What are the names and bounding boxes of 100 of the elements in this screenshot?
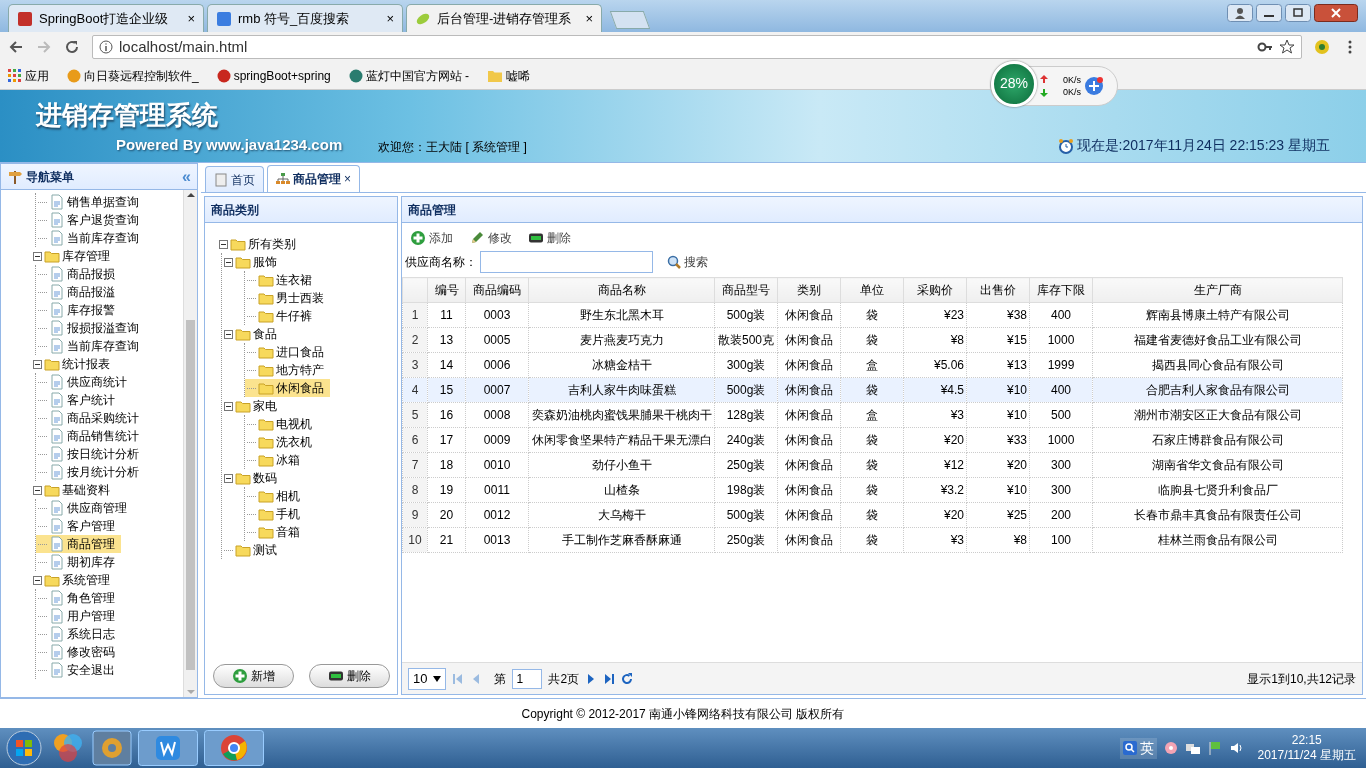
w-app-icon[interactable] (138, 730, 198, 766)
collapse-toggle-icon[interactable] (33, 251, 42, 261)
tree-item[interactable]: 库存报警 (36, 301, 121, 319)
tree-item[interactable]: 牛仔裤 (245, 307, 318, 325)
delete-button[interactable]: 删除 (523, 226, 576, 250)
tree-item[interactable]: 修改密码 (36, 643, 121, 661)
supplier-name-field[interactable] (480, 251, 653, 273)
tree-item[interactable]: 男士西装 (245, 289, 330, 307)
bookmark-link[interactable]: 蓝灯中国官方网站 - (348, 66, 470, 85)
browser-tab[interactable]: rmb 符号_百度搜索 × (207, 4, 403, 32)
column-header[interactable]: 商品型号 (714, 277, 778, 303)
tree-item[interactable]: 安全退出 (36, 661, 121, 679)
tree-item[interactable]: 进口食品 (245, 343, 330, 361)
tree-item[interactable]: 系统日志 (36, 625, 121, 643)
tree-item[interactable]: 数码 (222, 469, 283, 487)
tree-item[interactable]: 商品报溢 (36, 283, 121, 301)
tree-item[interactable]: 当前库存查询 (36, 337, 145, 355)
collapse-toggle-icon[interactable] (224, 329, 233, 339)
tree-item[interactable]: 电视机 (245, 415, 318, 433)
browser-icon[interactable] (204, 730, 264, 766)
column-header[interactable]: 生产厂商 (1092, 277, 1343, 303)
page-number-field[interactable]: 1 (512, 668, 543, 689)
tree-item[interactable]: 所有类别 (217, 235, 302, 253)
close-button[interactable]: × (585, 8, 593, 29)
delete-button[interactable]: 删除 (308, 664, 390, 688)
bookmark-link[interactable]: 应用 (8, 66, 49, 85)
tree-item[interactable]: 基础资料 (13, 481, 116, 499)
browser-tab[interactable]: 后台管理-进销存管理系 × (406, 4, 602, 32)
column-header[interactable]: 出售价 (966, 277, 1030, 303)
content-tab[interactable]: 商品管理 × (267, 165, 360, 192)
start-button-icon[interactable] (4, 729, 44, 767)
tree-item[interactable]: 商品管理 (36, 535, 121, 553)
column-header[interactable]: 单位 (840, 277, 904, 303)
column-header[interactable]: 商品名称 (528, 277, 715, 303)
tree-item[interactable]: 音箱 (245, 523, 306, 541)
bookmark-link[interactable]: springBoot+spring (216, 66, 331, 85)
collapse-toggle-icon[interactable] (219, 239, 228, 249)
collapse-toggle-icon[interactable] (224, 257, 233, 267)
close-icon[interactable] (1314, 4, 1358, 22)
tree-item[interactable]: 休闲食品 (245, 379, 330, 397)
column-header[interactable]: 库存下限 (1029, 277, 1093, 303)
column-header[interactable]: 编号 (427, 277, 466, 303)
star-icon[interactable] (1279, 39, 1295, 55)
tree-item[interactable]: 客户管理 (36, 517, 121, 535)
tree-item[interactable]: 食品 (222, 325, 283, 343)
bookmark-link[interactable]: 嘘唏 (487, 66, 531, 85)
collapse-toggle-icon[interactable] (33, 575, 42, 585)
collapse-toggle-icon[interactable] (33, 359, 42, 369)
search-button[interactable]: 搜索 (662, 250, 713, 274)
close-button[interactable]: × (344, 170, 351, 188)
address-bar[interactable]: localhost/main.html (92, 35, 1302, 59)
tree-item[interactable]: 当前库存查询 (36, 229, 145, 247)
extension-icon[interactable] (1314, 39, 1330, 55)
edit-button[interactable]: 修改 (464, 226, 517, 250)
tree-item[interactable]: 角色管理 (36, 589, 121, 607)
reload-icon[interactable] (64, 39, 80, 55)
tree-item[interactable]: 报损报溢查询 (36, 319, 145, 337)
tree-item[interactable]: 供应商统计 (36, 373, 133, 391)
tree-item[interactable]: 库存管理 (13, 247, 116, 265)
tree-item[interactable]: 按月统计分析 (36, 463, 145, 481)
tree-item[interactable]: 商品采购统计 (36, 409, 145, 427)
column-header[interactable]: 采购价 (903, 277, 967, 303)
tree-item[interactable]: 手机 (245, 505, 306, 523)
tree-item[interactable]: 家电 (222, 397, 283, 415)
back-arrow-icon[interactable] (8, 39, 24, 55)
tree-item[interactable]: 用户管理 (36, 607, 121, 625)
column-header[interactable]: 商品编码 (465, 277, 529, 303)
page-size-select[interactable]: 10 (408, 667, 447, 690)
browser-tab[interactable]: SpringBoot打造企业级 × (8, 4, 204, 32)
tree-item[interactable]: 测试 (222, 541, 283, 559)
flower-icon[interactable] (1163, 740, 1180, 756)
add-button[interactable]: 添加 (405, 226, 458, 250)
last-page-icon[interactable] (603, 672, 616, 685)
refresh-icon[interactable] (621, 672, 634, 685)
minimize-icon[interactable] (1256, 4, 1282, 22)
tree-item[interactable]: 客户统计 (36, 391, 121, 409)
close-button[interactable]: × (386, 8, 394, 29)
tree-item[interactable]: 系统管理 (13, 571, 116, 589)
close-button[interactable]: × (187, 8, 195, 29)
tree-item[interactable]: 客户退货查询 (36, 211, 145, 229)
tree-item[interactable]: 商品销售统计 (36, 427, 145, 445)
user-icon[interactable] (1227, 4, 1253, 22)
collapse-toggle-icon[interactable] (33, 485, 42, 495)
add-button[interactable]: 新增 (212, 664, 294, 688)
bookmark-link[interactable]: 向日葵远程控制软件_ (67, 66, 199, 85)
tree-item[interactable]: 供应商管理 (36, 499, 133, 517)
tree-item[interactable]: 销售单据查询 (36, 193, 145, 211)
tree-item[interactable]: 冰箱 (245, 451, 306, 469)
collapse-toggle-icon[interactable] (224, 401, 233, 411)
restore-icon[interactable] (1285, 4, 1311, 22)
tree-item[interactable]: 统计报表 (13, 355, 116, 373)
tree-item[interactable]: 期初库存 (36, 553, 121, 571)
tree-item[interactable]: 商品报损 (36, 265, 121, 283)
tree-item[interactable]: 洗衣机 (245, 433, 318, 451)
column-header[interactable]: 类别 (777, 277, 841, 303)
plus-icon[interactable] (1084, 76, 1104, 96)
tree-item[interactable]: 相机 (245, 487, 306, 505)
tree-item[interactable]: 连衣裙 (245, 271, 318, 289)
content-tab[interactable]: 首页 (205, 166, 264, 192)
scrollbar-thumb[interactable] (186, 320, 195, 670)
